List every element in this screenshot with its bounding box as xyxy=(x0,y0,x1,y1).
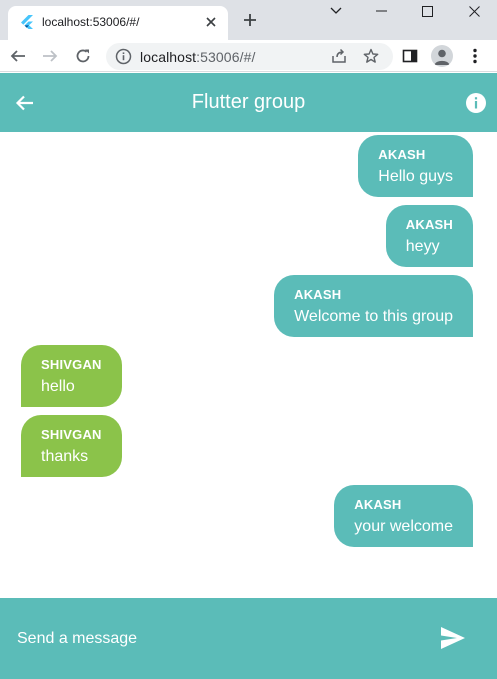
message-sender: AKASH xyxy=(405,217,453,232)
outgoing-message-bubble: AKASH your welcome xyxy=(334,485,473,547)
message-text: thanks xyxy=(41,448,89,465)
site-info-icon[interactable] xyxy=(115,48,132,65)
chevron-down-icon[interactable] xyxy=(313,0,359,22)
kebab-menu-icon[interactable] xyxy=(464,45,486,67)
message-input[interactable] xyxy=(17,598,417,679)
flutter-logo-icon xyxy=(20,15,34,29)
incoming-message-bubble: SHIVGAN hello xyxy=(21,345,122,407)
url-text: localhost:53006/#/ xyxy=(140,49,255,65)
minimize-icon[interactable] xyxy=(358,0,404,22)
back-arrow-icon[interactable] xyxy=(7,45,29,67)
message-composer xyxy=(0,598,497,679)
message-text: Welcome to this group xyxy=(294,308,453,325)
app-bar: Flutter group xyxy=(0,73,497,132)
group-title: Flutter group xyxy=(191,91,306,113)
back-arrow-icon[interactable] xyxy=(14,92,36,114)
url-host: localhost xyxy=(140,49,197,65)
bookmark-star-icon[interactable] xyxy=(360,45,382,67)
message-row: AKASH your welcome xyxy=(0,485,497,547)
share-icon[interactable] xyxy=(328,45,350,67)
message-text: your welcome xyxy=(354,518,453,535)
message-row: SHIVGAN hello xyxy=(0,345,497,407)
incoming-message-bubble: SHIVGAN thanks xyxy=(21,415,122,477)
message-sender: SHIVGAN xyxy=(41,357,102,372)
message-row: AKASH Hello guys xyxy=(0,135,497,197)
message-sender: SHIVGAN xyxy=(41,427,102,442)
tab-strip: localhost:53006/#/ xyxy=(0,0,497,40)
message-row: SHIVGAN thanks xyxy=(0,415,497,477)
message-list[interactable]: AKASH Hello guys AKASH heyy AKASH Welcom… xyxy=(0,132,497,598)
forward-arrow-icon[interactable] xyxy=(39,45,61,67)
chat-app: Flutter group AKASH Hello guys AKASH hey… xyxy=(0,73,497,679)
maximize-icon[interactable] xyxy=(404,0,450,22)
message-text: heyy xyxy=(405,238,440,255)
browser-tab[interactable]: localhost:53006/#/ xyxy=(8,6,228,40)
browser-toolbar: localhost:53006/#/ xyxy=(0,40,497,72)
reload-icon[interactable] xyxy=(72,45,94,67)
outgoing-message-bubble: AKASH Hello guys xyxy=(358,135,473,197)
message-sender: AKASH xyxy=(354,497,402,512)
outgoing-message-bubble: AKASH Welcome to this group xyxy=(274,275,473,337)
url-path: :53006/#/ xyxy=(196,49,256,65)
new-tab-icon[interactable] xyxy=(240,10,260,30)
message-sender: AKASH xyxy=(378,147,426,162)
send-icon[interactable] xyxy=(440,626,466,650)
message-row: AKASH Welcome to this group xyxy=(0,275,497,337)
tab-title: localhost:53006/#/ xyxy=(42,15,140,29)
side-panel-icon[interactable] xyxy=(399,45,421,67)
profile-avatar-icon[interactable] xyxy=(431,45,453,67)
message-sender: AKASH xyxy=(294,287,342,302)
message-row: AKASH heyy xyxy=(0,205,497,267)
outgoing-message-bubble: AKASH heyy xyxy=(385,205,473,267)
window-close-icon[interactable] xyxy=(451,0,497,22)
message-text: hello xyxy=(41,378,75,395)
message-text: Hello guys xyxy=(378,168,453,185)
browser-window: localhost:53006/#/ localhost:53006/#/ Fl… xyxy=(0,0,497,679)
tab-close-icon[interactable] xyxy=(202,13,220,31)
info-icon[interactable] xyxy=(465,92,487,114)
